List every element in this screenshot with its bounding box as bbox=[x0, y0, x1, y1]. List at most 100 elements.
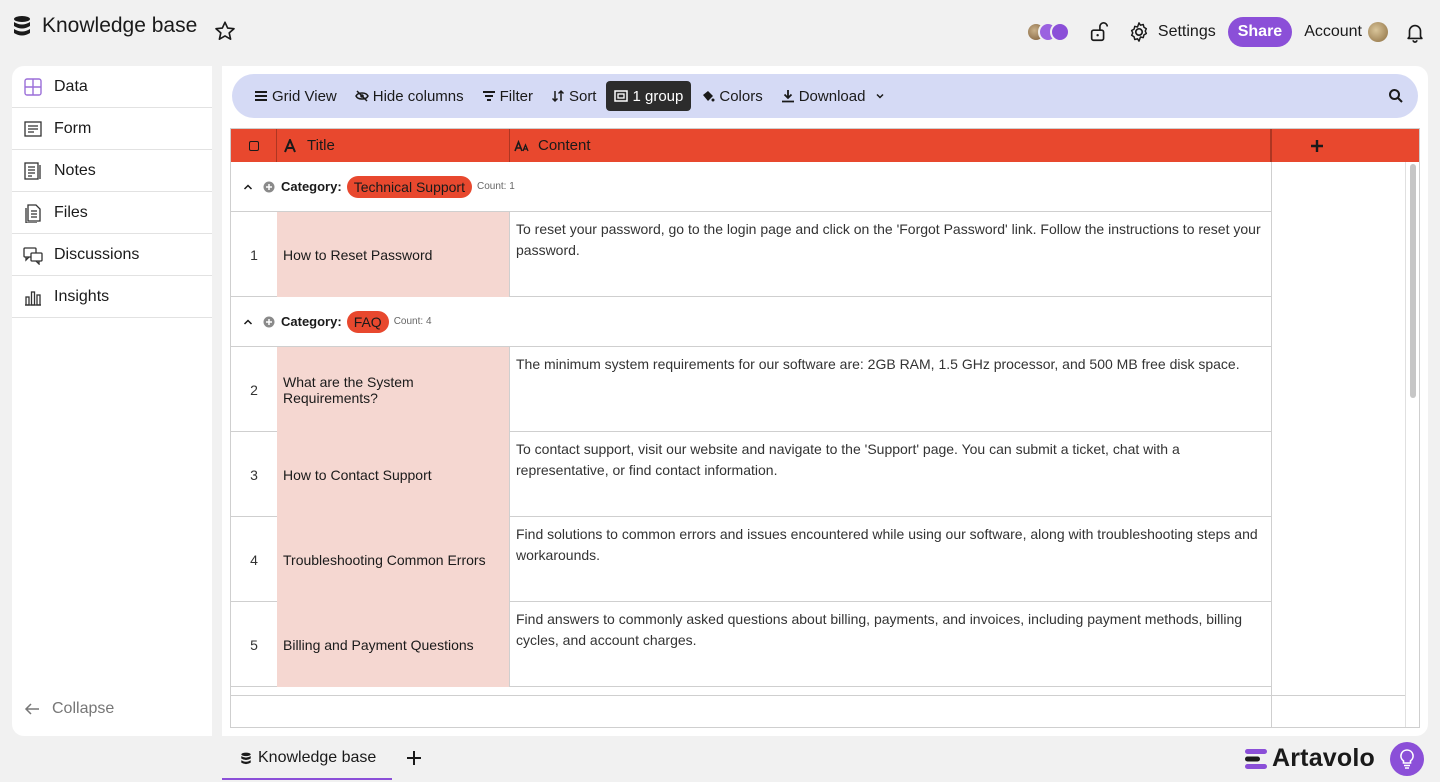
brand-name: Artavolo bbox=[1272, 744, 1376, 772]
filter-label: Filter bbox=[499, 87, 533, 105]
sidebar-item-data[interactable]: Data bbox=[12, 66, 212, 108]
discussions-icon bbox=[23, 246, 43, 265]
sidebar-item-form[interactable]: Form bbox=[12, 108, 212, 150]
chevron-down-icon bbox=[876, 93, 884, 99]
content-cell[interactable]: Find answers to commonly asked questions… bbox=[510, 602, 1271, 687]
group-button[interactable]: 1 group bbox=[606, 81, 692, 111]
search-icon[interactable] bbox=[1388, 88, 1404, 104]
sort-label: Sort bbox=[568, 87, 597, 105]
view-toolbar: Grid View Hide columns Filter Sort 1 gro… bbox=[232, 74, 1418, 118]
bell-icon[interactable] bbox=[1404, 21, 1426, 43]
table-row[interactable]: 1 How to Reset Password To reset your pa… bbox=[231, 212, 1271, 297]
brand-logo: Artavolo bbox=[1244, 744, 1375, 773]
add-sheet-icon[interactable] bbox=[404, 748, 424, 768]
colors-button[interactable]: Colors bbox=[693, 81, 770, 111]
sidebar-item-label: Notes bbox=[54, 161, 96, 179]
table-row[interactable]: 5 Billing and Payment Questions Find ans… bbox=[231, 602, 1271, 687]
star-icon[interactable] bbox=[214, 20, 236, 42]
select-all-cell[interactable] bbox=[231, 129, 277, 162]
account-button[interactable]: Account bbox=[1304, 22, 1388, 42]
grid-view-button[interactable]: Grid View bbox=[246, 81, 345, 111]
group-count: Count: 4 bbox=[393, 316, 432, 327]
title-cell[interactable]: What are the System Requirements? bbox=[277, 347, 510, 432]
arrow-left-icon bbox=[24, 703, 39, 715]
grid-icon bbox=[24, 77, 42, 96]
content-cell[interactable]: The minimum system requirements for our … bbox=[510, 347, 1271, 432]
sidebar-item-insights[interactable]: Insights bbox=[12, 276, 212, 318]
notes-icon bbox=[24, 161, 41, 180]
collapse-button[interactable]: Collapse bbox=[24, 700, 114, 718]
sidebar-item-label: Form bbox=[54, 119, 92, 137]
group-header[interactable]: Category: FAQ Count: 4 bbox=[231, 297, 1271, 347]
colors-label: Colors bbox=[719, 87, 763, 105]
insights-icon bbox=[25, 290, 41, 306]
group-icon bbox=[614, 90, 629, 102]
sidebar-item-label: Discussions bbox=[54, 245, 140, 263]
table-row[interactable]: 2 What are the System Requirements? The … bbox=[231, 347, 1271, 432]
app-title-group: Knowledge base bbox=[12, 14, 197, 38]
database-icon bbox=[241, 752, 251, 764]
title-cell[interactable]: Troubleshooting Common Errors bbox=[277, 517, 510, 602]
unlock-icon[interactable] bbox=[1088, 21, 1110, 43]
grid-header: Title Content bbox=[231, 129, 1419, 162]
content-cell[interactable]: Find solutions to common errors and issu… bbox=[510, 517, 1271, 602]
sidebar-item-label: Data bbox=[54, 77, 88, 95]
sidebar-item-label: Insights bbox=[54, 287, 110, 305]
title-cell[interactable]: How to Contact Support bbox=[277, 432, 510, 517]
database-icon bbox=[14, 16, 30, 36]
sidebar-item-discussions[interactable]: Discussions bbox=[12, 234, 212, 276]
table-row[interactable]: 3 How to Contact Support To contact supp… bbox=[231, 432, 1271, 517]
share-button[interactable]: Share bbox=[1227, 17, 1293, 47]
column-header-title[interactable]: Title bbox=[277, 129, 510, 162]
download-button[interactable]: Download bbox=[773, 81, 894, 111]
table-row[interactable]: 4 Troubleshooting Common Errors Find sol… bbox=[231, 517, 1271, 602]
app-title: Knowledge base bbox=[42, 14, 198, 37]
group-header[interactable]: Category: Technical Support Count: 1 bbox=[231, 162, 1271, 212]
collaborator-avatars[interactable] bbox=[1025, 20, 1072, 44]
avatar bbox=[1049, 22, 1070, 42]
row-number: 3 bbox=[250, 466, 258, 483]
settings-button[interactable]: Settings bbox=[1128, 21, 1216, 43]
filter-icon bbox=[482, 91, 495, 101]
sidebar-item-label: Files bbox=[54, 203, 88, 221]
grid-footer-divider bbox=[231, 695, 1405, 696]
sidebar: Data Form Notes Files Discussions Insigh… bbox=[12, 66, 212, 736]
plus-icon bbox=[1310, 139, 1323, 152]
sidebar-item-files[interactable]: Files bbox=[12, 192, 212, 234]
group-label: 1 group bbox=[632, 87, 684, 105]
column-header-content[interactable]: Content bbox=[510, 129, 1271, 162]
group-value-badge: Technical Support bbox=[346, 175, 472, 198]
chevron-up-icon[interactable] bbox=[243, 317, 253, 327]
select-all-checkbox[interactable] bbox=[248, 140, 259, 151]
sheet-tab-knowledge-base[interactable]: Knowledge base bbox=[222, 738, 392, 780]
scrollbar-thumb[interactable] bbox=[1410, 164, 1416, 398]
menu-icon bbox=[255, 91, 267, 101]
content-cell[interactable]: To contact support, visit our website an… bbox=[510, 432, 1271, 517]
row-number: 4 bbox=[250, 551, 258, 568]
help-button[interactable] bbox=[1390, 742, 1424, 776]
add-column-button[interactable] bbox=[1271, 129, 1361, 162]
files-icon bbox=[25, 203, 41, 223]
sidebar-item-notes[interactable]: Notes bbox=[12, 150, 212, 192]
hide-columns-button[interactable]: Hide columns bbox=[347, 81, 472, 111]
title-cell[interactable]: How to Reset Password bbox=[277, 212, 510, 297]
download-label: Download bbox=[798, 87, 866, 105]
row-number: 2 bbox=[250, 381, 258, 398]
settings-label: Settings bbox=[1157, 23, 1216, 40]
content-cell[interactable]: To reset your password, go to the login … bbox=[510, 212, 1271, 297]
row-number: 1 bbox=[250, 246, 258, 263]
sheet-tab-label: Knowledge base bbox=[258, 749, 377, 766]
column-divider bbox=[1271, 162, 1272, 727]
vertical-scrollbar[interactable] bbox=[1405, 162, 1419, 727]
add-circle-icon[interactable] bbox=[263, 316, 275, 328]
sort-button[interactable]: Sort bbox=[543, 81, 605, 111]
collapse-label: Collapse bbox=[52, 700, 115, 717]
chevron-up-icon[interactable] bbox=[243, 182, 253, 192]
add-circle-icon[interactable] bbox=[263, 181, 275, 193]
group-field-label: Category: bbox=[281, 179, 342, 194]
filter-button[interactable]: Filter bbox=[474, 81, 541, 111]
long-text-type-icon bbox=[514, 139, 529, 151]
artavolo-logo-icon bbox=[1245, 748, 1267, 769]
hide-columns-label: Hide columns bbox=[372, 87, 464, 105]
title-cell[interactable]: Billing and Payment Questions bbox=[277, 602, 510, 687]
